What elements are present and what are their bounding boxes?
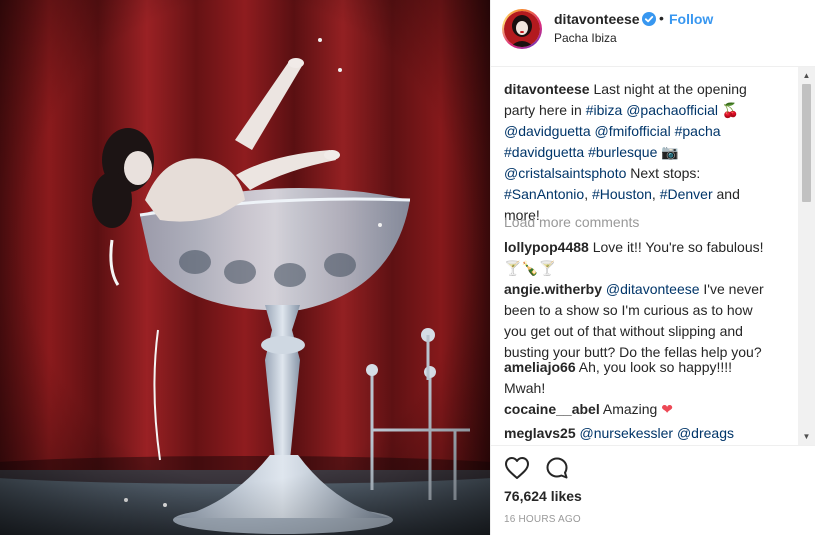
comment-emoji: 🍸🍾🍸 <box>504 260 557 276</box>
caption-text: Last night at the opening <box>593 81 747 97</box>
heart-emoji: ❤ <box>661 401 673 417</box>
post-timestamp[interactable]: 16 HOURS AGO <box>504 514 581 525</box>
comment-text: Love it!! You're so fabulous! <box>592 239 764 255</box>
cherry-emoji: 🍒 <box>718 102 740 118</box>
scroll-down-arrow-icon[interactable]: ▼ <box>798 428 815 445</box>
comment-username[interactable]: cocaine__abel <box>504 401 600 417</box>
separator: • <box>659 10 664 26</box>
comment-text: you get out of that without slipping and <box>504 323 743 339</box>
hashtag-link[interactable]: #davidguetta <box>504 144 584 160</box>
location-link[interactable]: Pacha Ibiza <box>554 31 617 45</box>
comment-item: meglavs25 @nursekessler @dreags <box>504 423 784 444</box>
post-actions: 76,624 likes 16 HOURS AGO <box>491 445 815 535</box>
mention-link[interactable]: @fmifofficial <box>595 123 671 139</box>
avatar-image <box>504 11 540 47</box>
hashtag-link[interactable]: #pacha <box>675 123 721 139</box>
scroll-up-arrow-icon[interactable]: ▲ <box>798 67 815 84</box>
comment-item: angie.witherby @ditavonteese I've never … <box>504 279 784 363</box>
follow-button[interactable]: Follow <box>669 11 713 27</box>
heart-icon[interactable] <box>504 456 530 480</box>
hashtag-link[interactable]: #Houston <box>592 186 652 202</box>
load-more-comments-button[interactable]: Load more comments <box>504 214 639 230</box>
hashtag-link[interactable]: #burlesque <box>588 144 657 160</box>
comment-text: I've never <box>699 281 764 297</box>
hashtag-link[interactable]: #ibiza <box>586 102 623 118</box>
caption-text: and <box>712 186 740 202</box>
hashtag-link[interactable]: #Denver <box>660 186 713 202</box>
comment-item: cocaine__abel Amazing ❤ <box>504 399 784 420</box>
verified-badge-icon <box>642 12 656 26</box>
comment-username[interactable]: meglavs25 <box>504 425 576 441</box>
avatar[interactable] <box>502 9 542 49</box>
camera-emoji: 📷 <box>661 144 679 160</box>
mention-link[interactable]: @davidguetta <box>504 123 591 139</box>
post-photo <box>0 0 490 535</box>
comments-scrollbar[interactable]: ▲ ▼ <box>798 67 815 445</box>
comment-text: been to a show so I'm curious as to how <box>504 302 753 318</box>
post-header: ditavonteese • Follow Pacha Ibiza <box>491 0 815 67</box>
mention-link[interactable]: @ditavonteese <box>606 281 700 297</box>
mention-link[interactable]: @nursekessler <box>580 425 674 441</box>
comments-list[interactable]: ditavonteese Last night at the opening p… <box>491 67 801 445</box>
comment-item: lollypop4488 Love it!! You're so fabulou… <box>504 237 784 279</box>
post-side-panel: ditavonteese • Follow Pacha Ibiza ditavo… <box>490 0 815 535</box>
mention-link[interactable]: @cristalsaintsphoto <box>504 165 626 181</box>
comment-bubble-icon[interactable] <box>545 456 569 480</box>
username[interactable]: ditavonteese <box>554 11 640 27</box>
comment-username[interactable]: ameliajo66 <box>504 359 576 375</box>
comment-text: Mwah! <box>504 380 546 396</box>
mention-link[interactable]: @dreags <box>677 425 734 441</box>
caption-username[interactable]: ditavonteese <box>504 81 590 97</box>
post-image[interactable] <box>0 0 490 535</box>
mention-link[interactable]: @pachaofficial <box>626 102 718 118</box>
caption: ditavonteese Last night at the opening p… <box>504 81 747 223</box>
comment-username[interactable]: lollypop4488 <box>504 239 589 255</box>
comment-username[interactable]: angie.witherby <box>504 281 602 297</box>
caption-text: Next stops: <box>626 165 701 181</box>
comment-text: Ah, you look so happy!!!! <box>578 359 733 375</box>
comment-item: ameliajo66 Ah, you look so happy!!!! Mwa… <box>504 357 784 399</box>
likes-count[interactable]: 76,624 likes <box>504 488 582 504</box>
comment-text: Amazing <box>602 401 658 417</box>
scrollbar-thumb[interactable] <box>802 84 811 202</box>
hashtag-link[interactable]: #SanAntonio <box>504 186 584 202</box>
caption-text: party here in <box>504 102 586 118</box>
